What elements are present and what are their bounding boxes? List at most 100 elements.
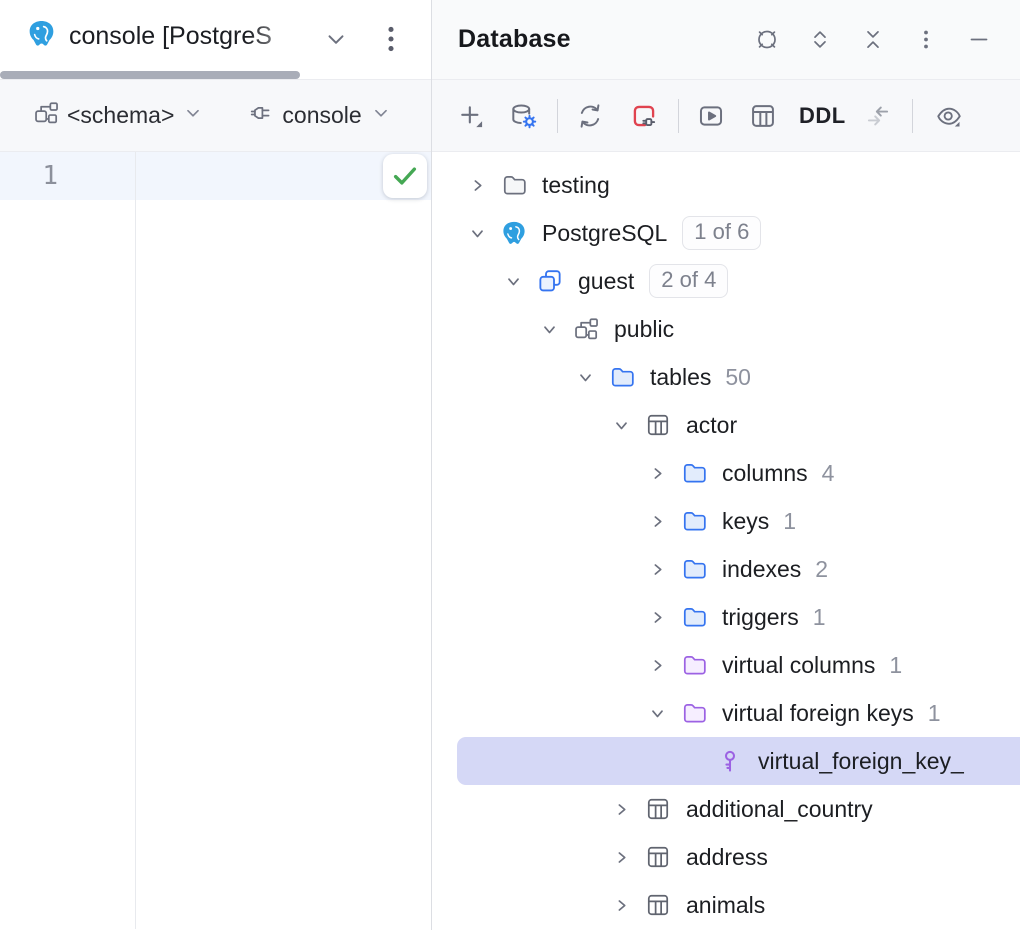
run-status-widget[interactable] — [383, 154, 427, 198]
tree-row-label: additional_country — [686, 796, 873, 823]
folder-purple-icon — [681, 700, 707, 726]
console-toolbar: <schema> console — [0, 80, 431, 152]
tree-row-postgresql[interactable]: PostgreSQL 1 of 6 — [432, 209, 1020, 257]
tree-row-triggers[interactable]: triggers 1 — [432, 593, 1020, 641]
table-icon — [645, 892, 671, 918]
schema-selector-label: <schema> — [67, 102, 174, 129]
tree-row-columns[interactable]: columns4 — [432, 449, 1020, 497]
folder-blue-icon — [609, 364, 635, 390]
folder-blue-icon — [681, 604, 707, 630]
item-count: 2 — [815, 556, 828, 583]
tree-row-keys[interactable]: keys 1 — [432, 497, 1020, 545]
more-options-icon[interactable] — [914, 28, 938, 52]
tree-chevron-collapsed-icon[interactable] — [607, 833, 635, 881]
tree-row-label: testing — [542, 172, 610, 199]
item-count: 1 — [889, 652, 902, 679]
console-selector[interactable]: console — [248, 100, 391, 131]
ddl-button[interactable]: DDL — [799, 103, 846, 129]
open-table-button[interactable] — [749, 102, 777, 130]
tree-row-label: address — [686, 844, 768, 871]
tree-row-additional-country[interactable]: additional_country — [432, 785, 1020, 833]
item-count: 1 — [813, 604, 826, 631]
tree-chevron-collapsed-icon[interactable] — [607, 785, 635, 833]
tree-row-label: PostgreSQL — [542, 220, 667, 247]
database-tree: testing PostgreSQL 1 of 6 guest2 of 4public… — [432, 152, 1020, 929]
tree-chevron-expanded-icon[interactable] — [463, 209, 491, 257]
expand-all-icon[interactable] — [808, 28, 832, 52]
table-icon — [645, 796, 671, 822]
schema-chevron-down-icon — [182, 102, 204, 129]
console-tab[interactable]: console [PostgreS — [0, 0, 431, 72]
database-icon — [537, 268, 563, 294]
tree-chevron-collapsed-icon[interactable] — [643, 545, 671, 593]
tree-chevron-collapsed-icon[interactable] — [463, 161, 491, 209]
item-count: 1 — [928, 700, 941, 727]
tree-row-virtual-foreign-key-[interactable]: virtual_foreign_key_ — [432, 737, 1020, 785]
tree-chevron-expanded-icon[interactable] — [571, 353, 599, 401]
tree-chevron-collapsed-icon[interactable] — [643, 449, 671, 497]
tree-chevron-collapsed-icon[interactable] — [643, 593, 671, 641]
folder-purple-icon — [681, 652, 707, 678]
tree-row-animals[interactable]: animals — [432, 881, 1020, 929]
tree-chevron-collapsed-icon[interactable] — [607, 881, 635, 929]
tab-scrollbar[interactable] — [0, 71, 300, 79]
disconnect-button[interactable] — [630, 102, 658, 130]
database-header: Database — [432, 0, 1020, 80]
folder-blue-icon — [681, 556, 707, 582]
jump-to-query-console-button[interactable] — [697, 102, 725, 130]
console-chevron-down-icon — [370, 102, 392, 129]
table-icon — [645, 844, 671, 870]
sql-editor[interactable]: 1 — [0, 152, 431, 929]
datagrip-window: console [PostgreS <sch — [0, 0, 1020, 930]
refresh-button[interactable] — [576, 102, 604, 130]
tree-row-virtual-foreign-keys[interactable]: virtual foreign keys1 — [432, 689, 1020, 737]
view-options-button[interactable] — [935, 102, 963, 130]
tree-row-virtual-columns[interactable]: virtual columns 1 — [432, 641, 1020, 689]
database-panel-title: Database — [458, 25, 571, 54]
tab-title: console [PostgreS — [69, 22, 317, 51]
toolbar-separator — [678, 99, 679, 133]
tree-row-public[interactable]: public — [432, 305, 1020, 353]
postgres-icon — [501, 220, 527, 246]
tree-chevron-expanded-icon[interactable] — [499, 257, 527, 305]
hide-icon[interactable] — [967, 28, 991, 52]
tree-chevron-collapsed-icon[interactable] — [643, 497, 671, 545]
tab-chevron-down-icon[interactable] — [323, 26, 349, 57]
tree-row-label: virtual columns — [722, 652, 875, 679]
tree-row-label: actor — [686, 412, 737, 439]
tree-row-label: triggers — [722, 604, 799, 631]
schema-selector[interactable]: <schema> — [33, 100, 204, 131]
database-tool-window: Database — [432, 0, 1020, 930]
tree-row-label: keys — [722, 508, 769, 535]
tree-row-testing[interactable]: testing — [432, 161, 1020, 209]
tree-row-tables[interactable]: tables50 — [432, 353, 1020, 401]
item-count: 1 — [783, 508, 796, 535]
selection-badge: 1 of 6 — [682, 216, 761, 250]
schema-icon — [573, 316, 599, 342]
editor-panel: console [PostgreS <sch — [0, 0, 431, 930]
tree-row-actor[interactable]: actor — [432, 401, 1020, 449]
success-check-icon — [390, 161, 420, 191]
tree-chevron-collapsed-icon[interactable] — [643, 641, 671, 689]
tree-row-address[interactable]: address — [432, 833, 1020, 881]
current-line-highlight — [0, 152, 431, 200]
jump-to-data-source-button[interactable] — [864, 102, 892, 130]
tree-row-indexes[interactable]: indexes2 — [432, 545, 1020, 593]
locate-icon[interactable] — [755, 28, 779, 52]
database-toolbar: DDL — [432, 80, 1020, 152]
tab-more-options-icon[interactable] — [378, 22, 404, 61]
folder-blue-icon — [681, 508, 707, 534]
tree-chevron-expanded-icon[interactable] — [535, 305, 563, 353]
console-selector-label: console — [282, 102, 361, 129]
data-source-properties-button[interactable] — [509, 102, 537, 130]
tree-row-label: columns — [722, 460, 808, 487]
item-count: 50 — [725, 364, 751, 391]
new-item-button[interactable] — [457, 102, 485, 130]
tree-row-label: virtual_foreign_key_ — [758, 748, 964, 775]
collapse-all-icon[interactable] — [861, 28, 885, 52]
console-icon — [248, 100, 274, 131]
tree-chevron-expanded-icon[interactable] — [643, 689, 671, 737]
editor-tab-bar: console [PostgreS — [0, 0, 431, 80]
tree-chevron-expanded-icon[interactable] — [607, 401, 635, 449]
tree-row-guest[interactable]: guest2 of 4 — [432, 257, 1020, 305]
